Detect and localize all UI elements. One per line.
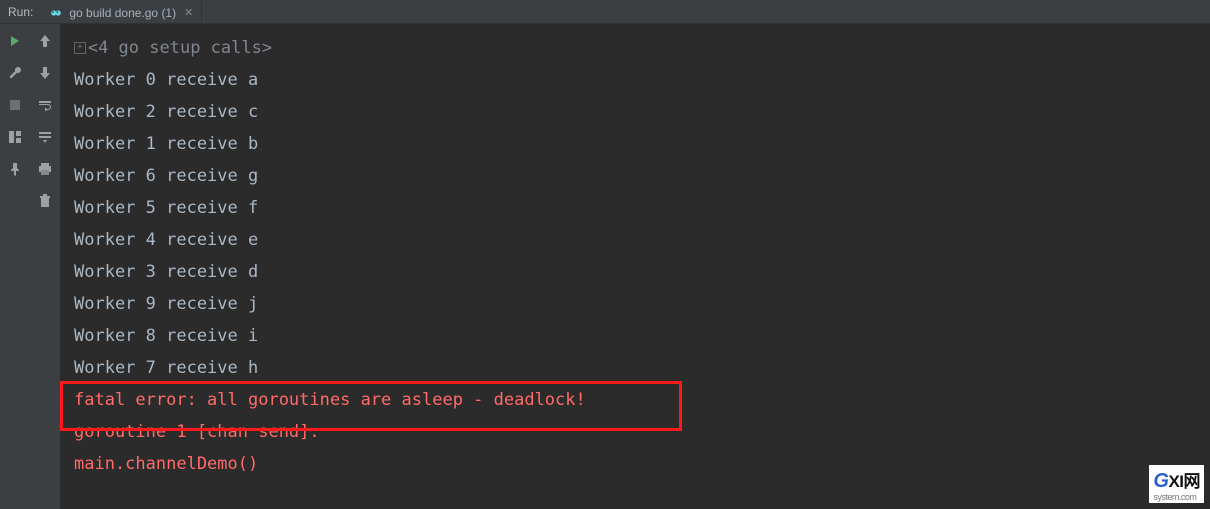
run-panel-header: Run: go build done.go (1) ✕ bbox=[0, 0, 1210, 24]
scroll-to-end-icon[interactable] bbox=[34, 126, 56, 148]
stdout-line: Worker 0 receive a bbox=[74, 64, 1210, 96]
go-file-icon bbox=[49, 6, 63, 20]
stdout-line: Worker 4 receive e bbox=[74, 224, 1210, 256]
secondary-toolbar bbox=[30, 24, 60, 509]
stderr-line: fatal error: all goroutines are asleep -… bbox=[74, 384, 1210, 416]
stdout-line: Worker 3 receive d bbox=[74, 256, 1210, 288]
run-config-tab[interactable]: go build done.go (1) ✕ bbox=[41, 0, 202, 23]
close-icon[interactable]: ✕ bbox=[184, 6, 193, 19]
expand-fold-icon[interactable]: + bbox=[74, 42, 86, 54]
rerun-icon[interactable] bbox=[4, 30, 26, 52]
stdout-line: Worker 7 receive h bbox=[74, 352, 1210, 384]
wrench-icon[interactable] bbox=[4, 62, 26, 84]
stderr-line: main.channelDemo() bbox=[74, 448, 1210, 480]
soft-wrap-icon[interactable] bbox=[34, 94, 56, 116]
stdout-line: Worker 5 receive f bbox=[74, 192, 1210, 224]
folded-line[interactable]: +<4 go setup calls> bbox=[74, 32, 1210, 64]
layout-icon[interactable] bbox=[4, 126, 26, 148]
pin-icon[interactable] bbox=[4, 158, 26, 180]
stdout-line: Worker 9 receive j bbox=[74, 288, 1210, 320]
print-icon[interactable] bbox=[34, 158, 56, 180]
stdout-line: Worker 2 receive c bbox=[74, 96, 1210, 128]
down-arrow-icon[interactable] bbox=[34, 62, 56, 84]
tab-label: go build done.go (1) bbox=[69, 6, 176, 20]
panel-title: Run: bbox=[0, 5, 41, 19]
console-output[interactable]: +<4 go setup calls> Worker 0 receive a W… bbox=[60, 24, 1210, 509]
trash-icon[interactable] bbox=[34, 190, 56, 212]
stdout-line: Worker 6 receive g bbox=[74, 160, 1210, 192]
stop-icon[interactable] bbox=[4, 94, 26, 116]
stdout-line: Worker 8 receive i bbox=[74, 320, 1210, 352]
stderr-line: goroutine 1 [chan send]: bbox=[74, 416, 1210, 448]
watermark: GXI网 system.com bbox=[1149, 465, 1204, 503]
stdout-line: Worker 1 receive b bbox=[74, 128, 1210, 160]
up-arrow-icon[interactable] bbox=[34, 30, 56, 52]
left-toolbar bbox=[0, 24, 30, 509]
main-area: +<4 go setup calls> Worker 0 receive a W… bbox=[0, 24, 1210, 509]
